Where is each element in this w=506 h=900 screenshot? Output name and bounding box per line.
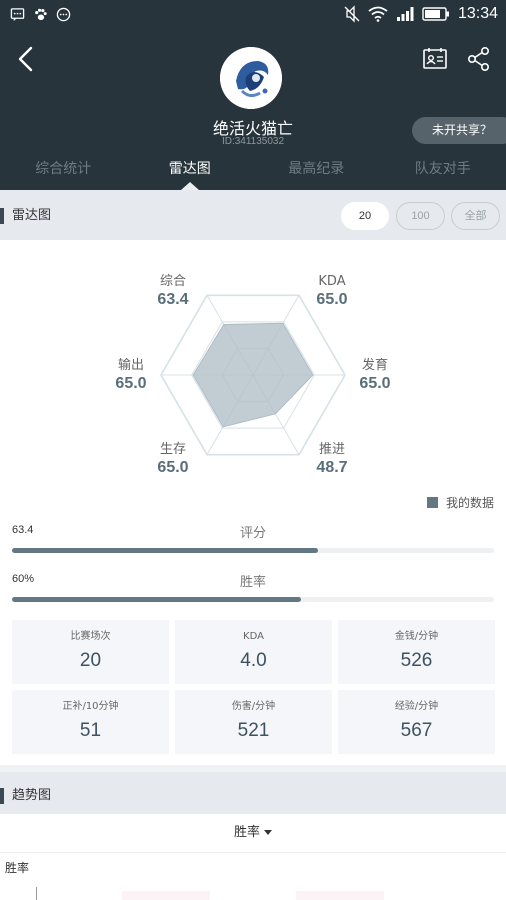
score-track: [12, 548, 494, 553]
avatar-image: [220, 47, 282, 109]
profile-card-icon[interactable]: [422, 46, 448, 72]
stat-matches: 比赛场次 20: [12, 620, 169, 684]
stat-value: 20: [79, 650, 102, 671]
trend-section-header: 趋势图: [0, 772, 506, 814]
score-label: 评分: [239, 526, 266, 541]
wifi-icon: [368, 6, 388, 22]
trend-metric-label: 胜率: [233, 825, 260, 840]
avatar[interactable]: [220, 47, 282, 109]
radar-axis-overall: 综合 63.4: [138, 274, 208, 310]
radar-axis-survival: 生存 65.0: [138, 442, 208, 478]
trend-y-axis-line: [36, 887, 37, 900]
trend-chart: 胜率: [0, 853, 506, 900]
radar-axis-value: 63.4: [157, 291, 189, 308]
back-icon[interactable]: [14, 45, 38, 73]
winrate-fill: [12, 597, 302, 602]
stat-last-hits: 正补/10分钟 51: [12, 690, 169, 754]
radar-axis-value: 65.0: [359, 375, 391, 392]
tab-radar[interactable]: 雷达图: [127, 156, 254, 190]
clock: 13:34: [457, 5, 498, 22]
radar-axis-name: 发育: [361, 358, 388, 373]
trend-metric-selector[interactable]: 胜率: [0, 814, 506, 853]
radar-axis-value: 48.7: [316, 459, 348, 476]
stat-xp-per-min: 经验/分钟 567: [338, 690, 495, 754]
tab-overall-stats[interactable]: 综合统计: [0, 156, 127, 190]
message-icon: [10, 8, 25, 22]
score-fill: [12, 548, 318, 553]
radar-axis-farm: 发育 65.0: [340, 358, 410, 394]
stat-value: 526: [400, 650, 433, 671]
stat-value: 4.0: [240, 650, 267, 671]
stat-value: 521: [237, 720, 270, 741]
stat-kda: KDA 4.0: [175, 620, 332, 684]
signal-icon: [396, 7, 414, 21]
stat-label: 比赛场次: [70, 631, 111, 642]
stat-label: 经验/分钟: [394, 701, 439, 712]
stat-label: 正补/10分钟: [62, 701, 119, 712]
tab-records[interactable]: 最高纪录: [253, 156, 380, 190]
paw-icon: [35, 8, 47, 21]
winrate-track: [12, 597, 494, 602]
radar-axis-name: 输出: [117, 358, 144, 373]
stat-gold-per-min: 金钱/分钟 526: [338, 620, 495, 684]
radar-axis-damage: 输出 65.0: [96, 358, 166, 394]
tab-bar: 综合统计 雷达图 最高纪录 队友对手: [0, 156, 506, 190]
more-dots-icon: [56, 7, 71, 22]
radar-axis-name: 生存: [159, 442, 186, 457]
share-status-button[interactable]: 未开共享？: [412, 117, 506, 144]
stat-label: 金钱/分钟: [394, 631, 439, 642]
stat-value: 51: [79, 720, 102, 741]
legend-label: 我的数据: [445, 496, 494, 510]
radar-axis-value: 65.0: [157, 459, 189, 476]
share-icon[interactable]: [466, 46, 492, 72]
radar-panel: 综合 63.4 KDA 65.0 发育 65.0 推进 48.7 生存 65.0…: [0, 240, 506, 765]
dropdown-caret-icon: [264, 830, 272, 835]
tab-teammates[interactable]: 队友对手: [380, 156, 506, 190]
profile-header: 绝活火猫亡 ID:341135032 未开共享？ 综合统计 雷达图 最高纪录 队…: [0, 30, 506, 190]
radar-axis-name: 综合: [159, 274, 186, 289]
trend-y-axis-label: 胜率: [5, 861, 30, 875]
radar-legend: 我的数据: [426, 494, 494, 511]
radar-section-title: 雷达图: [0, 208, 51, 224]
radar-axis-value: 65.0: [316, 291, 348, 308]
stat-damage-per-min: 伤害/分钟 521: [175, 690, 332, 754]
radar-axis-name: 推进: [318, 442, 345, 457]
radar-chart: [160, 294, 346, 456]
trend-section-title: 趋势图: [0, 788, 51, 804]
winrate-label: 胜率: [239, 575, 266, 590]
range-option-20[interactable]: 20: [341, 202, 389, 230]
radar-axis-push: 推进 48.7: [297, 442, 367, 478]
battery-icon: [422, 7, 449, 21]
mute-icon: [344, 5, 360, 23]
stat-label: 伤害/分钟: [231, 701, 276, 712]
radar-axis-kda: KDA 65.0: [297, 274, 367, 310]
trend-band: [296, 891, 384, 900]
trend-band: [122, 891, 210, 900]
radar-section-header: 雷达图 20 100 全部: [0, 190, 506, 240]
radar-axis-name: KDA: [318, 274, 346, 289]
range-option-100[interactable]: 100: [396, 202, 445, 230]
stat-value: 567: [400, 720, 433, 741]
status-bar: 13:34: [0, 0, 506, 30]
radar-axis-value: 65.0: [115, 375, 147, 392]
range-option-all[interactable]: 全部: [451, 202, 500, 230]
legend-swatch: [426, 497, 438, 508]
stat-label: KDA: [243, 631, 264, 642]
radar-data-polygon: [192, 322, 314, 428]
